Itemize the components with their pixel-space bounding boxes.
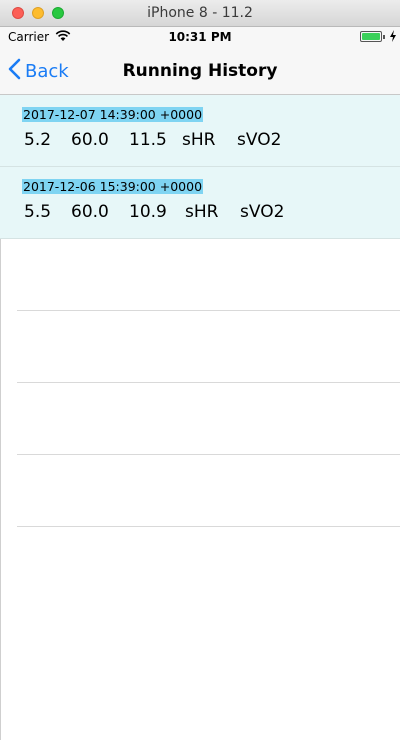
page-title: Running History (122, 61, 278, 81)
simulator-window: iPhone 8 - 11.2 Carrier 10:31 PM Back Ru… (0, 0, 400, 740)
empty-row (17, 455, 400, 527)
run-value: 60.0 (71, 130, 109, 150)
run-value: sVO2 (240, 202, 285, 222)
window-titlebar: iPhone 8 - 11.2 (0, 0, 400, 27)
list-item[interactable]: 2017-12-06 15:39:00 +0000 5.5 60.0 10.9 sHR… (0, 167, 400, 239)
battery-tip (383, 35, 385, 39)
clock-time: 10:31 PM (168, 30, 232, 44)
run-value: sHR (182, 130, 216, 150)
status-bar: Carrier 10:31 PM (0, 27, 400, 47)
charging-bolt-icon (389, 30, 397, 45)
window-title: iPhone 8 - 11.2 (147, 5, 253, 21)
list-item[interactable]: 2017-12-07 14:39:00 +0000 5.2 60.0 11.5 sHR… (0, 95, 400, 167)
run-values: 5.2 60.0 11.5 sHR sVO2 (24, 130, 281, 150)
run-value: 5.2 (24, 130, 52, 150)
run-value: 60.0 (71, 202, 109, 222)
battery-icon (360, 31, 382, 42)
empty-row (17, 239, 400, 311)
run-value: 10.9 (129, 202, 167, 222)
run-date: 2017-12-07 14:39:00 +0000 (22, 107, 204, 122)
run-value: sHR (185, 202, 219, 222)
empty-row (17, 311, 400, 383)
run-values: 5.5 60.0 10.9 sHR sVO2 (24, 202, 284, 222)
run-date: 2017-12-06 15:39:00 +0000 (22, 179, 204, 194)
run-value: 5.5 (24, 202, 52, 222)
empty-row (17, 383, 400, 455)
history-list: 2017-12-07 14:39:00 +0000 5.2 60.0 11.5 sHR… (0, 95, 400, 527)
run-value: sVO2 (237, 130, 282, 150)
navigation-bar: Back Running History (0, 47, 400, 95)
run-value: 11.5 (129, 130, 167, 150)
